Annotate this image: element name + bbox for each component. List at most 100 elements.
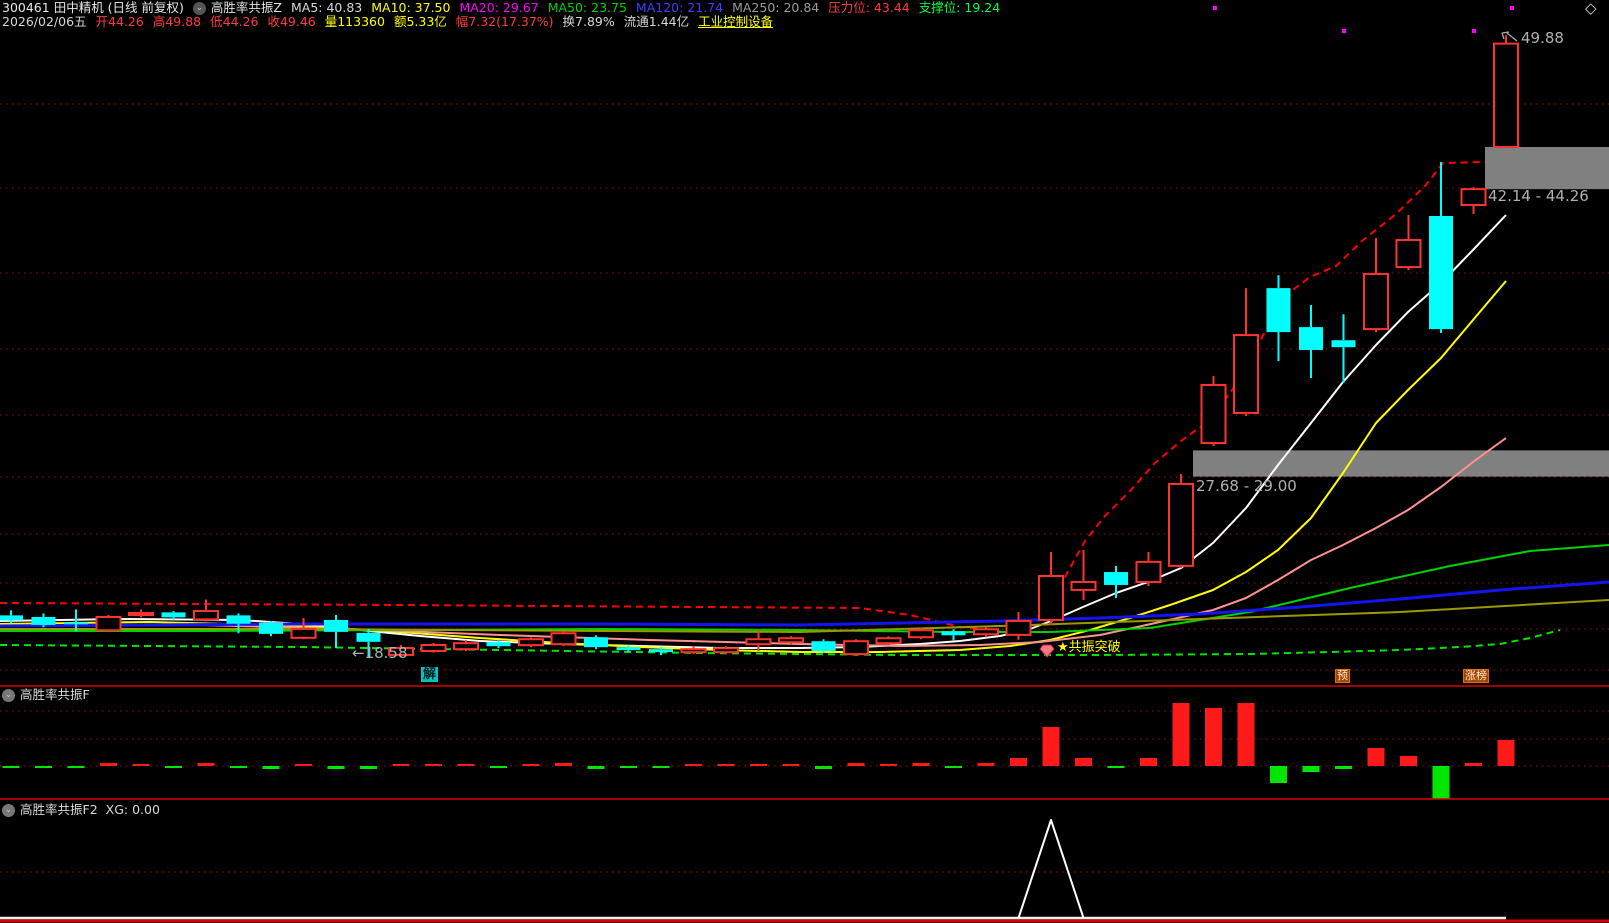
gap-zone-box <box>1485 147 1609 190</box>
hist-bar-negative <box>1270 766 1287 783</box>
hist-bar-negative <box>620 766 637 768</box>
candle-up <box>1363 273 1389 331</box>
hist-bar-positive <box>425 764 442 766</box>
magenta-marker-dot <box>1342 29 1346 33</box>
candle-down <box>811 641 836 652</box>
candle-down <box>226 615 251 624</box>
hist-bar-positive <box>1075 758 1092 766</box>
candle-up <box>420 643 447 652</box>
ma-value-item: MA250: 20.84 <box>732 0 820 15</box>
hist-bar-negative <box>360 766 377 769</box>
hist-bar-negative <box>230 766 247 768</box>
stock-title: 300461 田中精机 (日线 前复权) <box>2 0 184 15</box>
candle-up <box>550 632 577 646</box>
candle-up <box>1168 482 1194 567</box>
candle-up <box>713 647 739 654</box>
hist-bar-positive <box>132 764 150 766</box>
chevron-down-icon: ⌄ <box>4 804 13 815</box>
chevron-down-icon: ⌄ <box>195 2 204 13</box>
candle-down <box>356 632 381 642</box>
candle-up <box>745 638 772 646</box>
hist-bar-positive <box>1465 763 1482 766</box>
ma-value-item: 支撑位: 19.24 <box>918 0 1001 15</box>
hist-bar-negative <box>165 766 182 768</box>
gap-range-label-upper: 42.14 - 44.26 <box>1488 187 1589 205</box>
hist-bar-negative <box>945 766 962 768</box>
candle-up <box>453 642 479 651</box>
magenta-marker-dot <box>1472 29 1476 33</box>
ma-value-item: MA5: 40.83 <box>290 0 363 15</box>
hist-bar-positive <box>880 764 897 766</box>
indicator-toggle-icon[interactable]: ⌄ <box>192 1 206 15</box>
high-price-label: 49.88 <box>1521 29 1564 47</box>
hist-bar-positive <box>457 764 475 766</box>
low-price-label: ←18.58 <box>352 644 408 662</box>
hist-bar-positive <box>555 763 572 766</box>
candle-up <box>1135 560 1162 583</box>
high-label-arrow <box>1501 31 1510 34</box>
header-row-2: 2026/02/06五 开44.26 高49.88 低44.26 收49.46 量1133… <box>2 15 782 29</box>
candle-up <box>1493 42 1519 148</box>
hist-bar-negative <box>815 766 832 769</box>
main-indicator-title[interactable]: 高胜率共振Z <box>211 1 282 15</box>
quote-field: 高49.88 <box>152 14 202 29</box>
gem-icon <box>1039 644 1055 658</box>
hist-bar-negative <box>1432 766 1450 799</box>
candle-up <box>128 611 154 616</box>
hist-bar-positive <box>977 763 995 766</box>
panel-f-title[interactable]: 高胜率共振F <box>20 688 90 702</box>
candle-up <box>1460 188 1487 207</box>
candle-down <box>941 631 966 636</box>
zhangbang-badge[interactable]: 涨榜 <box>1463 669 1489 683</box>
hist-bar-positive <box>1400 756 1417 766</box>
candle-down <box>31 616 56 625</box>
hist-bar-negative <box>2 766 20 768</box>
hist-bar-negative <box>587 766 605 769</box>
ma-value-item: MA10: 37.50 <box>371 0 451 15</box>
ma-value-item: MA120: 21.74 <box>635 0 724 15</box>
diamond-marker-icon[interactable]: ◇ <box>1585 1 1597 16</box>
candle-up <box>778 637 804 644</box>
f2-signal-spike <box>1017 819 1085 919</box>
high-label-arrow <box>1506 32 1518 42</box>
panel-f2-header: ⌄ 高胜率共振F2 XG: 0.00 <box>2 803 160 817</box>
hist-bar-positive <box>1205 708 1222 766</box>
candle-down <box>1429 215 1453 330</box>
ma-values-list: MA5: 40.83 MA10: 37.50 MA20: 29.67 MA50: 23… <box>291 1 1009 15</box>
quote-field: 流通1.44亿 <box>623 14 690 29</box>
hist-bar-negative <box>327 766 345 769</box>
yu-badge[interactable]: 预 <box>1335 669 1350 683</box>
candle-down <box>161 612 186 618</box>
hist-bar-positive <box>912 763 930 766</box>
hist-bar-positive <box>1237 703 1255 766</box>
panel-f2-toggle-icon[interactable]: ⌄ <box>2 803 15 817</box>
quote-field: 量113360 <box>324 14 385 29</box>
candle-up <box>518 638 544 647</box>
hist-bar-positive <box>1042 727 1060 766</box>
panel-f2-title[interactable]: 高胜率共振F2 <box>20 803 98 817</box>
candle-up <box>973 628 999 636</box>
candle-up <box>1395 239 1422 269</box>
hist-bar-negative <box>490 766 507 768</box>
hist-bar-positive <box>197 763 215 766</box>
panel-f-header: ⌄ 高胜率共振F <box>2 688 90 702</box>
ma-value-item: MA20: 29.67 <box>459 0 539 15</box>
candle-up <box>908 629 934 639</box>
candle-up <box>193 609 219 621</box>
hist-bar-positive <box>685 764 702 766</box>
gap-range-label-lower: 27.68 - 29.00 <box>1196 477 1297 495</box>
candle-down <box>1331 340 1356 348</box>
candle-down <box>649 649 673 653</box>
chevron-down-icon: ⌄ <box>4 689 13 700</box>
hist-bar-positive <box>522 764 540 766</box>
candle-down <box>1266 288 1291 333</box>
panel-f-toggle-icon[interactable]: ⌄ <box>2 688 15 702</box>
quote-field: 低44.26 <box>210 14 259 29</box>
hist-bar-positive <box>1367 748 1385 766</box>
candle-up <box>680 648 707 654</box>
quote-field: 工业控制设备 <box>698 14 774 29</box>
candle-up <box>1233 334 1259 414</box>
hist-bar-negative <box>652 766 670 768</box>
jie-badge[interactable]: 解 <box>421 667 439 682</box>
hist-bar-negative <box>262 766 280 769</box>
